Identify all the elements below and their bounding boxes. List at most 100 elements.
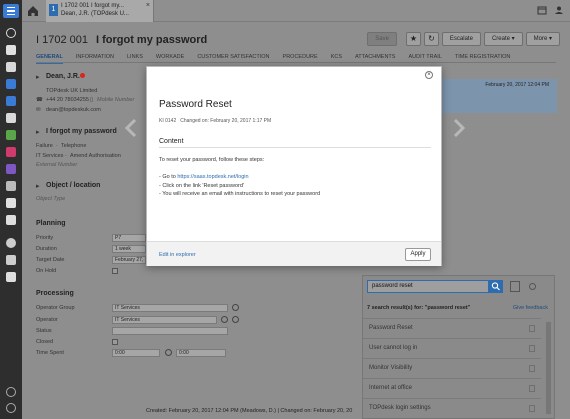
subcategory-value: Telephone [61,143,87,149]
results-scrollbar[interactable] [546,322,551,414]
person-icon[interactable] [6,113,16,123]
more-button[interactable]: More ▾ [525,32,560,46]
phone-icon[interactable] [6,62,16,72]
category-value: Failure [36,143,53,149]
settings-icon[interactable] [6,272,16,282]
search-icon[interactable] [6,28,16,38]
operator-group-select[interactable]: IT Services [112,304,228,312]
incident-icon[interactable] [6,96,16,106]
document-icon[interactable] [6,45,16,55]
operator-clear-icon[interactable] [232,316,239,323]
give-feedback-link[interactable]: Give feedback [513,305,548,311]
search-result-item[interactable]: Password Reset [363,318,541,337]
megaphone-icon[interactable] [6,255,16,265]
planning-title: Planning [36,220,66,227]
mobile-icon: ▯ [90,97,94,103]
users-icon[interactable] [6,238,16,248]
content-heading: Content [159,138,184,145]
object-expand-icon[interactable]: ▸ [36,182,40,190]
close-icon[interactable]: × [425,71,433,79]
create-button[interactable]: Create ▾ [483,32,523,46]
apply-button[interactable]: Apply [405,248,431,261]
power-icon[interactable] [6,403,16,413]
caller-mobile-field[interactable]: Mobile Number [97,97,134,103]
menu-icon[interactable] [3,4,19,18]
operations-icon[interactable] [6,215,16,225]
caller-name[interactable]: Dean, J.R. [46,73,80,80]
object-title: Object / location [46,182,101,189]
reports-icon[interactable] [6,198,16,208]
collapse-icon[interactable] [6,387,16,397]
caller-org: TOPdesk UK Limited [46,88,98,94]
next-arrow-icon[interactable] [452,118,466,138]
request-expand-icon[interactable]: ▸ [36,128,40,136]
calendar-icon[interactable] [6,79,16,89]
external-number-field[interactable]: External Number [36,162,77,168]
content-step-1: - Go to https://saas.topdesk.net/login [159,173,431,182]
result-title: Monitor Visibility [369,365,413,371]
copy-icon[interactable] [529,345,535,352]
login-link[interactable]: https://saas.topdesk.net/login [177,174,248,180]
caller-email[interactable]: dean@topdeskuk.com [46,107,101,113]
tabs-divider [36,62,556,63]
operator-select[interactable]: IT Services [112,316,217,324]
target-date-field[interactable]: February 27, [112,256,146,264]
copy-icon[interactable] [529,405,535,412]
operator-group-clear-icon[interactable] [232,304,239,311]
knowledge-icon[interactable] [6,164,16,174]
audit-footer: Created: February 20, 2017 12:04 PM (Mea… [146,408,353,414]
add-time-icon[interactable] [165,349,172,356]
copy-icon[interactable] [529,325,535,332]
change-icon[interactable] [6,130,16,140]
object-type-field[interactable]: Object Type [36,196,65,202]
star-icon[interactable]: ★ [405,32,421,46]
duration-select[interactable]: 1 week [112,245,146,253]
search-button[interactable] [489,280,503,293]
duration-label: Duration [36,246,57,252]
search-result-item[interactable]: TOPdesk login settings [363,398,541,417]
home-icon[interactable] [26,4,40,18]
search-result-item[interactable]: Internet at office [363,378,541,397]
modal-title: Password Reset [159,99,232,110]
add-time-field[interactable]: 0:00 [176,349,226,357]
tab-subtitle: Dean, J.R. (TOPdesk U... [61,11,129,17]
service-separator: · [65,153,67,159]
request-title: I forgot my password [46,128,117,135]
top-bar: 1 I 1702 001 I forgot my... Dean, J.R. (… [22,0,570,22]
time-spent-field[interactable]: 0:00 [112,349,160,357]
operator-label: Operator [36,317,58,323]
tab-title: I 1702 001 I forgot my... [61,3,124,9]
user-menu-icon[interactable] [554,5,564,15]
refresh-icon[interactable]: ↻ [423,32,439,46]
service-value: IT Services [36,153,64,159]
incident-tab[interactable]: 1 I 1702 001 I forgot my... Dean, J.R. (… [46,0,154,22]
copy-icon[interactable] [529,365,535,372]
incident-number: I 1702 001 [36,34,88,46]
time-spent-label: Time Spent [36,350,64,356]
priority-label: Priority [36,235,54,241]
page-title: I 1702 001 I forgot my password [36,34,207,46]
on-hold-checkbox[interactable] [112,268,118,274]
previous-arrow-icon[interactable] [124,118,138,138]
operator-group-label: Operator Group [36,305,75,311]
knowledge-explorer-icon[interactable] [510,281,520,292]
assets-icon[interactable] [6,181,16,191]
escalate-button[interactable]: Escalate [441,32,481,46]
edit-in-explorer-link[interactable]: Edit in explorer [159,252,196,258]
save-button[interactable]: Save [367,32,397,46]
knowledge-search-input[interactable]: password reset [367,280,489,293]
caller-expand-icon[interactable]: ▸ [36,73,40,81]
copy-icon[interactable] [529,385,535,392]
operator-info-icon[interactable] [221,316,228,323]
result-title: User cannot log in [369,345,418,351]
priority-select[interactable]: P7 [112,234,146,242]
problem-icon[interactable] [6,147,16,157]
status-select[interactable] [112,327,228,335]
close-tab-icon[interactable]: × [146,2,150,9]
search-result-item[interactable]: User cannot log in [363,338,541,357]
status-label: Status [36,328,52,334]
close-search-icon[interactable] [529,283,536,290]
search-result-item[interactable]: Monitor Visibility [363,358,541,377]
calendar-grid-icon[interactable] [537,5,547,15]
closed-checkbox[interactable] [112,339,118,345]
